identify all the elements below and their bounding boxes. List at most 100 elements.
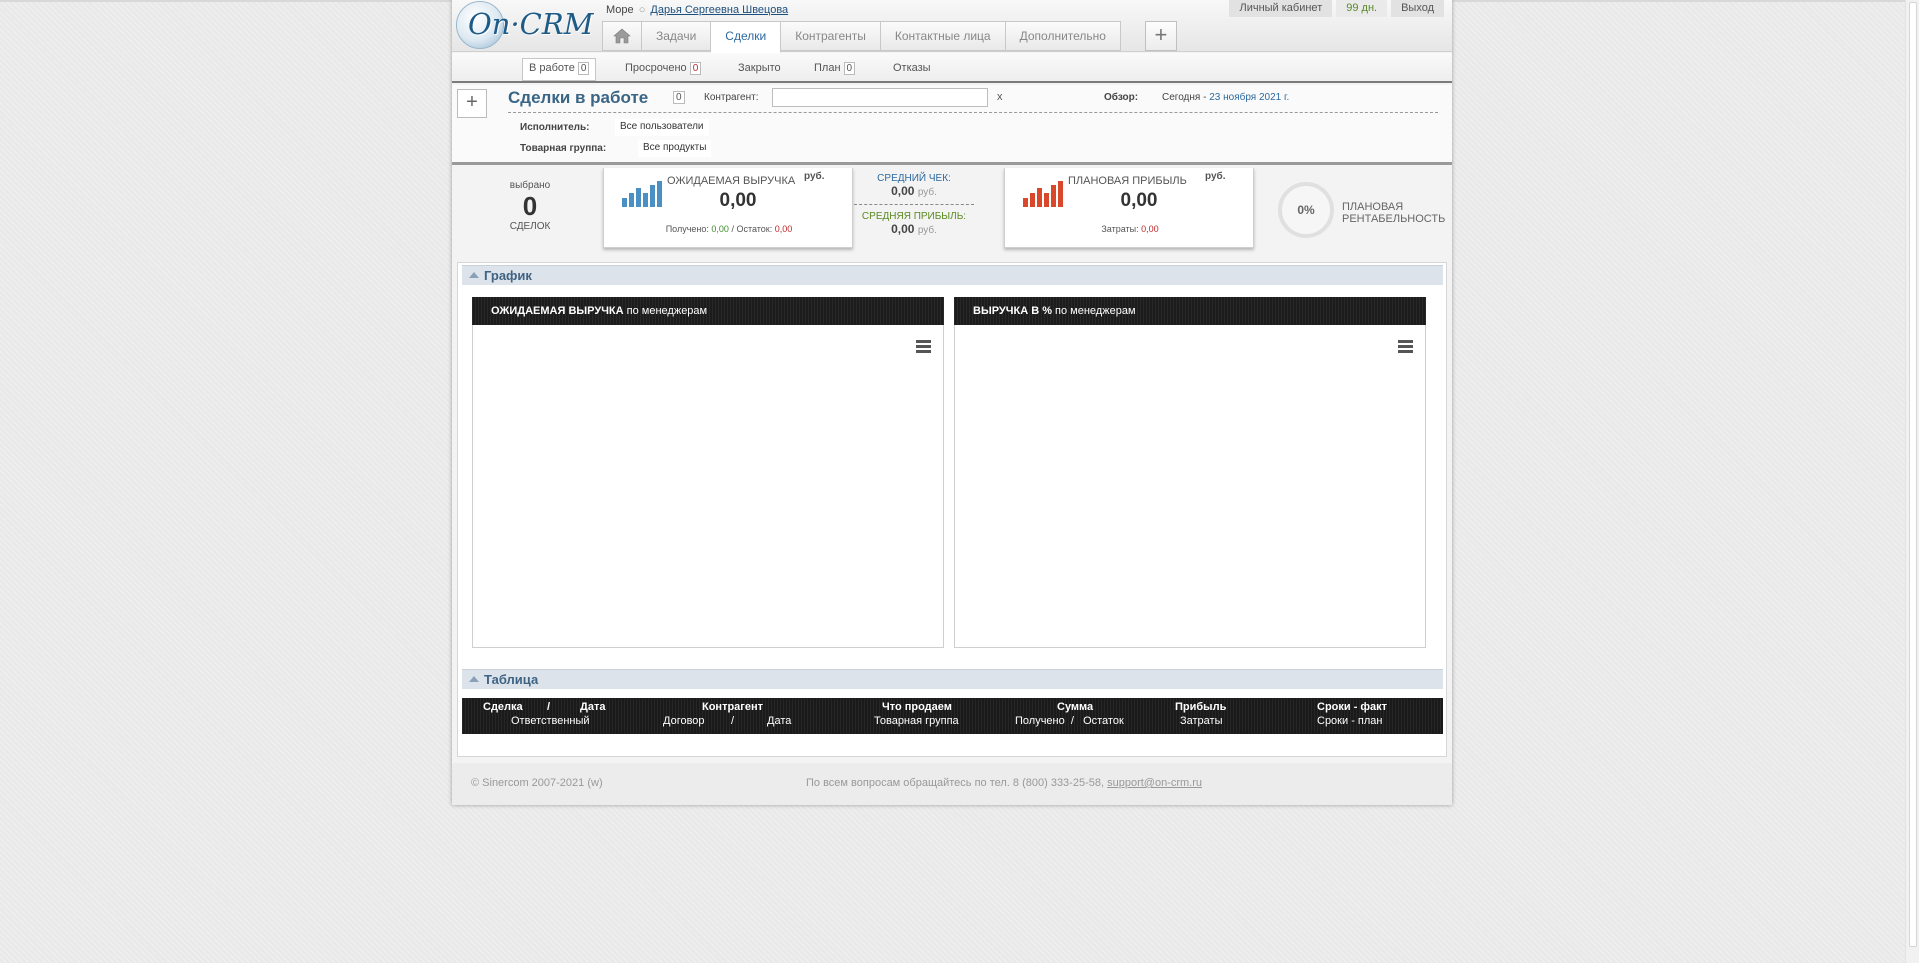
rentability-label-line2: РЕНТАБЕЛЬНОСТЬ — [1342, 213, 1446, 225]
avg-check-unit: руб. — [917, 187, 937, 198]
graph-section-header[interactable]: График — [462, 265, 1443, 285]
remaining-value: 0,00 — [774, 224, 793, 234]
main-nav: Задачи Сделки Контрагенты Контактные лиц… — [602, 21, 1177, 53]
col-date[interactable]: Дата — [580, 701, 605, 713]
col-sum[interactable]: Сумма — [1057, 701, 1093, 713]
count-badge: 0 — [577, 62, 590, 75]
clear-contractor-button[interactable]: x — [997, 91, 1003, 103]
selected-count: 0 — [522, 191, 538, 221]
subtab-label: План — [814, 62, 841, 74]
contractor-input[interactable] — [772, 88, 988, 107]
avg-profit-value: 0,00 — [891, 222, 915, 236]
overview-value[interactable]: Сегодня - 23 ноября 2021 г. — [1162, 92, 1289, 103]
received-label: Получено: — [665, 224, 709, 234]
logo-text: On·CRM — [468, 7, 594, 41]
avg-profit: 0,00 руб. — [854, 222, 974, 236]
profit-title: ПЛАНОВАЯ ПРИБЫЛЬ — [1068, 175, 1187, 187]
costs-label: Затраты: — [1101, 224, 1139, 234]
col-contract[interactable]: Договор — [663, 715, 705, 727]
col-deal[interactable]: Сделка — [483, 701, 523, 713]
add-deal-button[interactable]: + — [457, 89, 487, 118]
subtab-in-work[interactable]: В работе 0 — [522, 58, 597, 81]
filter-panel: + Сделки в работе 0 Контрагент: x Обзор:… — [452, 85, 1452, 165]
revenue-value: 0,00 — [719, 190, 757, 211]
contact-info: По всем вопросам обращайтесь по тел. 8 (… — [806, 777, 1202, 789]
support-email-link[interactable]: support@on-crm.ru — [1107, 777, 1202, 789]
overview-prefix: Сегодня - — [1162, 92, 1210, 103]
chart-header: ВЫРУЧКА В % по менеджерам — [954, 297, 1426, 325]
tab-contractors[interactable]: Контрагенты — [781, 21, 881, 51]
col-deadline-fact[interactable]: Сроки - факт — [1317, 701, 1387, 713]
chart-title-rest: по менеджерам — [1055, 305, 1136, 317]
tab-deals[interactable]: Сделки — [711, 21, 782, 53]
subtab-overdue[interactable]: Просрочено 0 — [625, 59, 702, 79]
copyright: © Sinercom 2007-2021 (w) — [471, 777, 603, 789]
overview-label: Обзор: — [1104, 92, 1139, 103]
col-what-we-sell[interactable]: Что продаем — [882, 701, 952, 713]
product-group-select[interactable]: Все продукты — [638, 140, 712, 157]
planned-profit-card: ПЛАНОВАЯ ПРИБЫЛЬ руб. 0,00 Затраты: 0,00 — [1004, 168, 1254, 248]
col-sep: / — [547, 701, 551, 713]
logo[interactable]: On·CRM — [456, 1, 593, 51]
selected-unit: СДЕЛОК — [509, 221, 551, 232]
revenue-footer: Получено: 0,00 / Остаток: 0,00 — [604, 224, 854, 234]
revenue-unit: руб. — [804, 171, 825, 182]
col-product-group[interactable]: Товарная группа — [874, 715, 959, 727]
rentability-label: ПЛАНОВАЯ РЕНТАБЕЛЬНОСТЬ — [1342, 201, 1445, 225]
subtab-refusals[interactable]: Отказы — [893, 59, 931, 79]
divider — [508, 112, 1438, 113]
col-costs[interactable]: Затраты — [1180, 715, 1223, 727]
tab-contacts[interactable]: Контактные лица — [880, 21, 1006, 51]
col-received-remaining[interactable]: Получено / Остаток — [1015, 715, 1124, 727]
home-button[interactable] — [602, 21, 642, 51]
divider — [854, 204, 974, 205]
overview-date: 23 ноября 2021 г. — [1209, 92, 1290, 103]
col-contract-date[interactable]: Дата — [767, 715, 791, 727]
subtab-plan[interactable]: План 0 — [814, 59, 856, 79]
subtab-label: Просрочено — [625, 62, 687, 74]
executor-select[interactable]: Все пользователи — [615, 119, 709, 136]
scrollbar-thumb[interactable] — [1909, 2, 1917, 947]
executor-label: Исполнитель: — [520, 122, 590, 133]
col-deadline-plan[interactable]: Сроки - план — [1317, 715, 1382, 727]
breadcrumb-org[interactable]: Море — [606, 4, 634, 16]
subtab-label: Закрыто — [738, 62, 781, 74]
logout-link[interactable]: Выход — [1391, 0, 1444, 17]
home-icon — [613, 28, 631, 44]
tab-additional[interactable]: Дополнительно — [1005, 21, 1121, 51]
hamburger-menu-icon[interactable] — [916, 340, 931, 353]
account-bar: Личный кабинет 99 дн. Выход — [1229, 0, 1444, 17]
expected-revenue-card: ОЖИДАЕМАЯ ВЫРУЧКА руб. 0,00 Получено: 0,… — [603, 168, 853, 248]
add-button[interactable]: + — [1144, 21, 1177, 51]
col-profit[interactable]: Прибыль — [1175, 701, 1226, 713]
rentability-gauge: 0% — [1278, 182, 1334, 238]
collapse-icon — [469, 676, 479, 682]
chart-title-bold: ОЖИДАЕМАЯ ВЫРУЧКА — [491, 305, 624, 317]
vertical-scrollbar[interactable] — [1905, 0, 1919, 963]
profit-footer: Затраты: 0,00 — [1005, 224, 1255, 234]
footer: © Sinercom 2007-2021 (w) По всем вопроса… — [452, 763, 1452, 805]
avg-check-label: СРЕДНИЙ ЧЕК: — [877, 173, 951, 184]
count-badge: 0 — [843, 62, 856, 75]
days-remaining: 99 дн. — [1336, 0, 1388, 17]
contractor-label: Контрагент: — [704, 92, 759, 103]
col-contractor[interactable]: Контрагент — [702, 701, 763, 713]
page-title: Сделки в работе — [508, 88, 649, 107]
col-responsible[interactable]: Ответственный — [511, 715, 590, 727]
profit-unit: руб. — [1205, 171, 1226, 182]
title-count-badge: 0 — [673, 91, 685, 104]
chart-header: ОЖИДАЕМАЯ ВЫРУЧКА по менеджерам — [472, 297, 944, 325]
graph-section-title: График — [484, 268, 532, 283]
breadcrumb-user-link[interactable]: Дарья Сергеевна Швецова — [650, 4, 788, 16]
table-section-header[interactable]: Таблица — [462, 669, 1443, 689]
personal-cabinet-link[interactable]: Личный кабинет — [1229, 0, 1333, 17]
hamburger-menu-icon[interactable] — [1398, 340, 1413, 353]
table-section-title: Таблица — [484, 672, 539, 687]
subtab-closed[interactable]: Закрыто — [738, 59, 781, 79]
chart-title-rest: по менеджерам — [626, 305, 708, 317]
breadcrumb: Море ○ Дарья Сергеевна Швецова — [606, 4, 788, 16]
subtab-label: В работе — [529, 62, 575, 74]
avg-check-value: 0,00 — [891, 184, 915, 198]
contact-text: По всем вопросам обращайтесь по тел. 8 (… — [806, 777, 1105, 789]
tab-tasks[interactable]: Задачи — [642, 21, 712, 51]
